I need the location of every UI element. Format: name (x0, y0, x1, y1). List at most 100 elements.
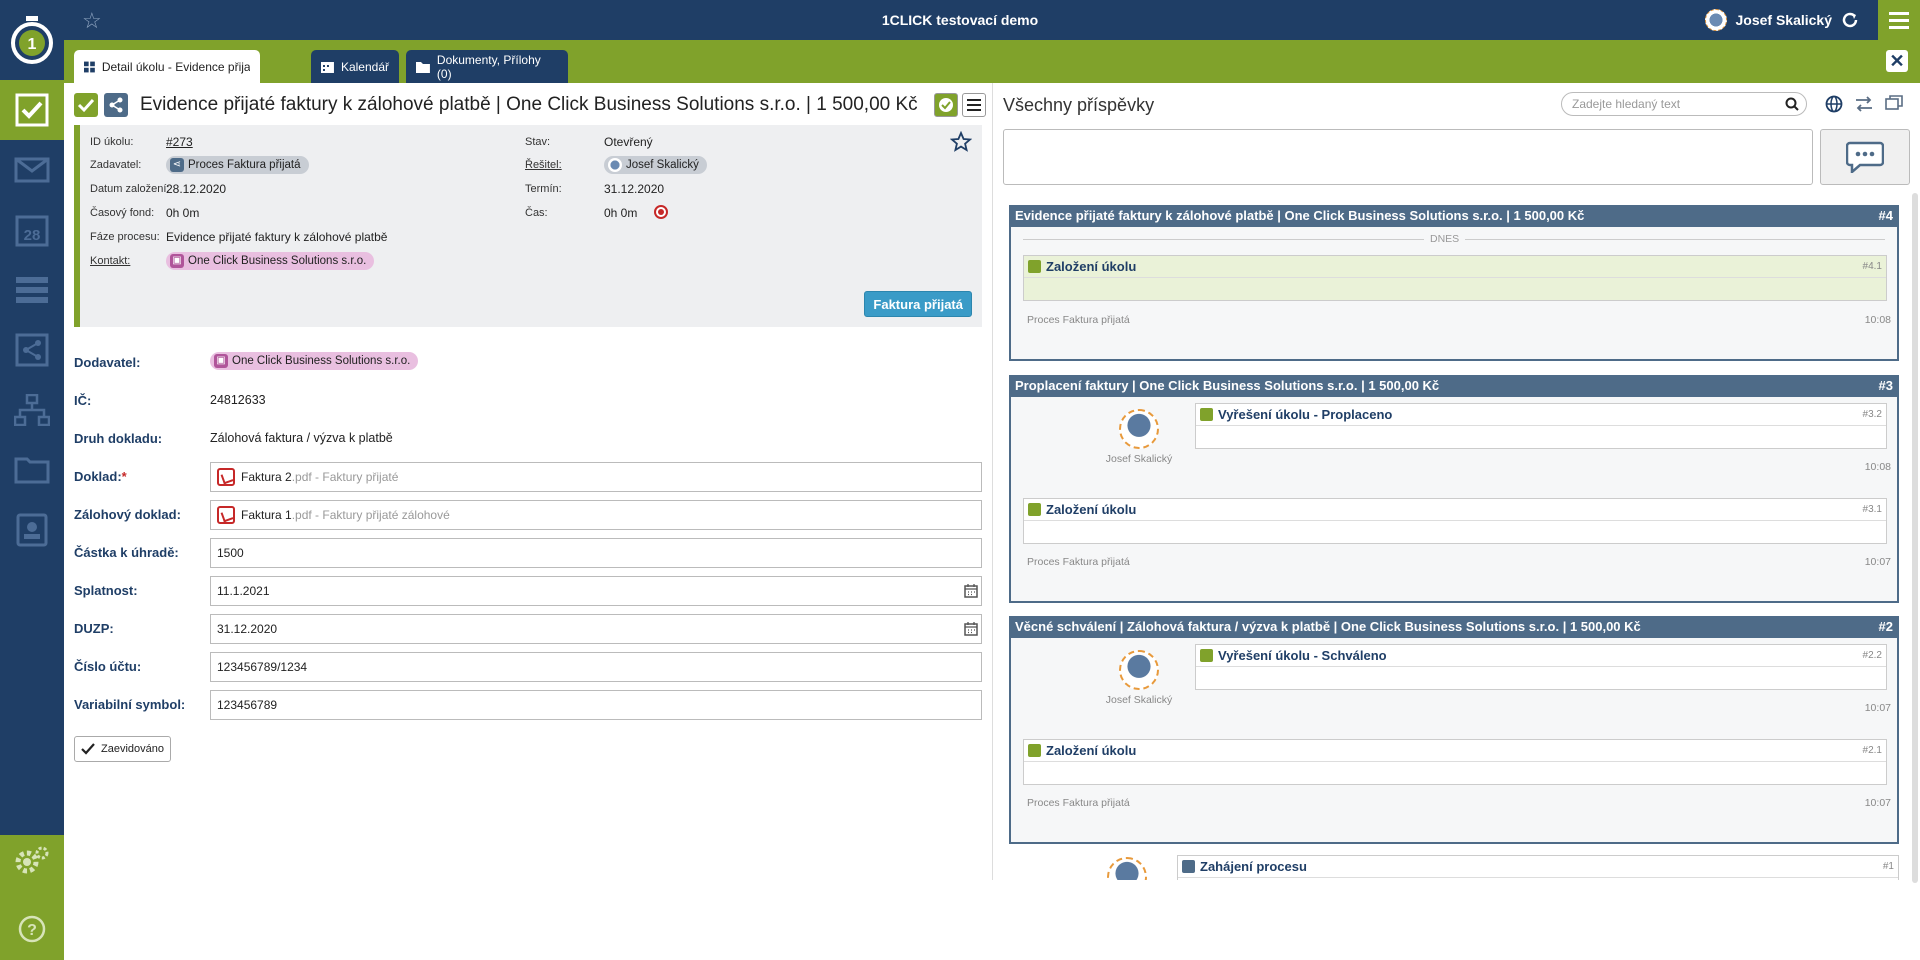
sidebar-item-org[interactable] (0, 380, 64, 440)
windows-icon[interactable] (1885, 95, 1903, 111)
duzp-input[interactable]: 31.12.2020 (210, 614, 982, 644)
kontakt-value: One Click Business Solutions s.r.o. (188, 255, 367, 267)
message-time: 10:08 (1864, 461, 1891, 473)
globe-icon[interactable] (1825, 95, 1843, 113)
faktura-prijata-button[interactable]: Faktura přijatá (864, 291, 972, 317)
author-name: Josef Skalický (1105, 694, 1173, 706)
tab-task-detail[interactable]: Detail úkolu - Evidence přijaté fak ... (74, 50, 260, 83)
comment-editor[interactable] (1003, 129, 1813, 185)
help-icon[interactable]: ? (18, 915, 46, 943)
stav-label: Stav: (525, 136, 551, 148)
kontakt-pill[interactable]: ▣ One Click Business Solutions s.r.o. (166, 252, 375, 270)
task-detail-panel: Evidence přijaté faktury k zálohové plat… (64, 83, 992, 880)
zaloh-row: Zálohový doklad: Faktura 1.pdf - Faktury… (74, 499, 982, 530)
card-header[interactable]: Evidence přijaté faktury k zálohové plat… (1009, 205, 1899, 227)
doklad-file[interactable]: Faktura 2.pdf - Faktury přijaté (241, 470, 398, 484)
splatnost-input[interactable]: 11.1.2021 (210, 576, 982, 606)
tab-calendar[interactable]: Kalendář (311, 50, 399, 83)
cas-label: Čas: (525, 207, 548, 219)
message-time: 10:08 (1864, 314, 1891, 326)
task-header: Evidence přijaté faktury k zálohové plat… (74, 91, 986, 119)
sidebar-item-calendar[interactable]: 28 (0, 200, 64, 260)
pdf-icon (217, 506, 235, 524)
sort-arrows-icon[interactable] (1855, 96, 1873, 112)
send-comment-button[interactable] (1820, 129, 1910, 185)
termin-value: 31.12.2020 (604, 182, 665, 196)
contact-icon: ▣ (214, 354, 228, 368)
user-avatar (1705, 9, 1728, 31)
calendar-icon[interactable] (964, 622, 978, 636)
feed-card: Evidence přijaté faktury k zálohové plat… (1009, 205, 1899, 361)
sidebar: 28 ? (0, 80, 64, 960)
sidebar-item-list[interactable] (0, 260, 64, 320)
task-check-icon (15, 93, 49, 127)
refresh-icon[interactable] (1840, 10, 1860, 30)
task-menu-button[interactable] (962, 93, 986, 117)
zaloh-file[interactable]: Faktura 1.pdf - Faktury přijaté zálohové (241, 508, 450, 522)
app-logo[interactable]: 1 (0, 0, 64, 80)
task-id-link[interactable]: #273 (166, 135, 193, 149)
zaevidovano-button[interactable]: Zaevidováno (74, 736, 171, 762)
search-input[interactable]: Zadejte hledaný text (1561, 92, 1807, 116)
splatnost-value: 11.1.2021 (217, 584, 270, 598)
feed-scrollbar[interactable] (1912, 193, 1918, 883)
zaloh-field[interactable]: Faktura 1.pdf - Faktury přijaté zálohové (210, 500, 982, 530)
fond-value: 0h 0m (166, 206, 200, 220)
doklad-field[interactable]: Faktura 2.pdf - Faktury přijaté (210, 462, 982, 492)
ic-row: IČ: 24812633 (74, 385, 982, 415)
sidebar-item-process[interactable] (0, 320, 64, 380)
kontakt-label: Kontakt: (90, 255, 131, 267)
calendar-icon[interactable] (964, 584, 978, 598)
feed-message[interactable]: Zahájení procesu #1 (1177, 855, 1899, 880)
app-title: 1CLICK testovací demo (881, 12, 1039, 28)
zadavatel-pill[interactable]: ⋖ Proces Faktura přijatá (166, 156, 309, 174)
castka-row: Částka k úhradě: 1500 (74, 537, 982, 568)
pdf-icon (217, 468, 235, 486)
ucet-input[interactable]: 123456789/1234 (210, 652, 982, 682)
druh-row: Druh dokladu: Zálohová faktura / výzva k… (74, 423, 982, 453)
feed-message[interactable]: Založení úkolu #4.1 (1023, 255, 1887, 301)
castka-label: Částka k úhradě: (74, 545, 179, 560)
duzp-label: DUZP: (74, 621, 114, 636)
user-menu[interactable]: Josef Skalický (1705, 9, 1860, 31)
feed-message[interactable]: Vyřešení úkolu - Proplaceno #3.2 (1195, 403, 1887, 449)
tab-documents[interactable]: Dokumenty, Přílohy (0) (406, 50, 568, 83)
star-icon[interactable] (950, 131, 972, 153)
card-header[interactable]: Věcné schválení | Zálohová faktura / výz… (1009, 616, 1899, 638)
contact-icon: ▣ (170, 254, 184, 268)
check-circle-icon (939, 98, 953, 112)
zadavatel-label: Zadavatel: (90, 159, 142, 171)
vs-row: Variabilní symbol: 123456789 (74, 689, 982, 720)
card-header[interactable]: Proplacení faktury | One Click Business … (1009, 375, 1899, 397)
vs-input[interactable]: 123456789 (210, 690, 982, 720)
castka-input[interactable]: 1500 (210, 538, 982, 568)
svg-text:?: ? (27, 922, 37, 939)
duzp-value: 31.12.2020 (217, 622, 278, 636)
resitel-pill[interactable]: Josef Skalický (604, 156, 707, 174)
message-time: 10:07 (1864, 702, 1891, 714)
stav-value: Otevřený (604, 135, 653, 149)
feed-message[interactable]: Vyřešení úkolu - Schváleno #2.2 (1195, 644, 1887, 690)
zaevidovano-label: Zaevidováno (101, 743, 164, 755)
dodavatel-label: Dodavatel: (74, 355, 141, 370)
task-done-checkbox[interactable] (74, 93, 98, 117)
feed-message[interactable]: Založení úkolu #2.1 (1023, 739, 1887, 785)
message-time: 10:07 (1864, 797, 1891, 809)
sidebar-item-tasks[interactable] (0, 80, 64, 140)
process-icon (15, 333, 49, 367)
termin-label: Termín: (525, 183, 562, 195)
check-icon (77, 98, 95, 113)
record-time-icon[interactable] (654, 205, 668, 219)
main-menu-button[interactable] (1878, 0, 1920, 40)
close-icon[interactable]: ✕ (1886, 50, 1908, 72)
status-check-button[interactable] (934, 93, 958, 117)
search-icon[interactable] (1785, 97, 1799, 111)
sidebar-item-mail[interactable] (0, 140, 64, 200)
feed-message[interactable]: Založení úkolu #3.1 (1023, 498, 1887, 544)
process-icon (104, 93, 128, 117)
dodavatel-pill[interactable]: ▣ One Click Business Solutions s.r.o. (210, 352, 419, 370)
check-icon (1028, 744, 1041, 757)
settings-gears-icon[interactable] (14, 845, 50, 877)
sidebar-item-documents[interactable] (0, 440, 64, 500)
sidebar-item-contacts[interactable] (0, 500, 64, 560)
